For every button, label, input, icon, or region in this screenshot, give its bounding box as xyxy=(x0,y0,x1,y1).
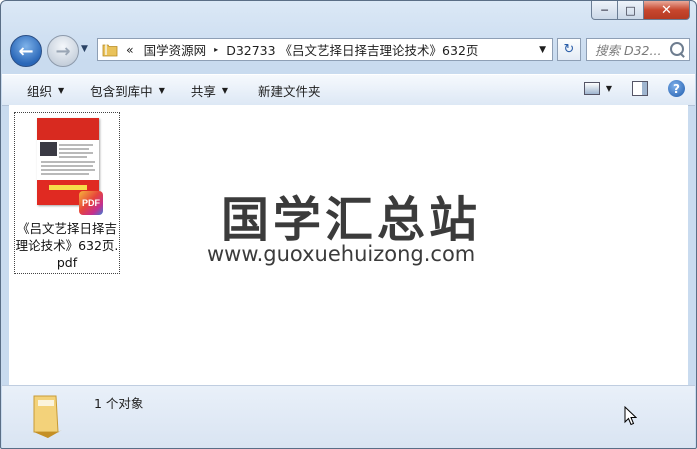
pdf-icon: PDF xyxy=(79,191,103,215)
details-pane: 1 个对象 xyxy=(2,385,695,448)
chevron-down-icon: ▼ xyxy=(58,85,65,95)
chevron-down-icon: ▼ xyxy=(221,85,229,95)
refresh-button[interactable]: ↻ xyxy=(557,38,581,61)
window-controls: ─ □ ✕ xyxy=(591,1,690,20)
breadcrumb-item-current[interactable]: D32733 《吕文艺择日择吉理论技术》632页 xyxy=(226,40,478,59)
watermark-url: www.guoxuehuizong.com xyxy=(207,242,476,266)
folder-icon xyxy=(28,392,66,440)
breadcrumb-overflow[interactable]: « xyxy=(126,42,134,57)
item-count: 1 个对象 xyxy=(94,396,144,411)
mouse-pointer-icon xyxy=(624,405,638,429)
preview-pane-icon[interactable] xyxy=(632,81,648,96)
close-button[interactable]: ✕ xyxy=(644,1,690,20)
watermark-brand: 国学汇总站 xyxy=(221,192,482,248)
search-icon[interactable] xyxy=(670,42,684,56)
back-button[interactable]: ← xyxy=(10,35,42,67)
toolbar-right: ▼ ? xyxy=(583,80,685,97)
file-list-area[interactable]: PDF 《吕文艺择日择吉理论技术》632页.pdf 国学汇总站 www.guox… xyxy=(9,105,688,385)
navigation-bar: ← → ▼ « 国学资源网 ▸ D32733 《吕文艺择日择吉理论技术》632页… xyxy=(1,32,696,70)
address-dropdown-icon[interactable]: ▼ xyxy=(539,45,546,55)
file-name: 《吕文艺择日择吉理论技术》632页.pdf xyxy=(15,221,119,270)
new-folder-button[interactable]: 新建文件夹 xyxy=(258,81,321,100)
view-options-dropdown-icon[interactable]: ▼ xyxy=(606,84,612,93)
share-menu[interactable]: 共享 ▼ xyxy=(191,81,228,100)
forward-button[interactable]: → xyxy=(47,35,79,67)
folder-icon xyxy=(102,43,118,57)
recent-pages-dropdown-icon[interactable]: ▼ xyxy=(81,44,88,54)
file-item[interactable]: PDF 《吕文艺择日择吉理论技术》632页.pdf xyxy=(14,112,120,274)
include-in-library-menu[interactable]: 包含到库中 ▼ xyxy=(90,81,165,100)
address-bar[interactable]: « 国学资源网 ▸ D32733 《吕文艺择日择吉理论技术》632页 ▼ xyxy=(97,38,553,61)
breadcrumb-item[interactable]: 国学资源网 xyxy=(144,40,207,59)
maximize-button[interactable]: □ xyxy=(618,1,644,20)
chevron-down-icon: ▼ xyxy=(158,85,165,95)
minimize-button[interactable]: ─ xyxy=(591,1,618,20)
share-label: 共享 xyxy=(190,83,216,99)
breadcrumb-chevron-icon[interactable]: ▸ xyxy=(214,45,218,54)
include-in-library-label: 包含到库中 xyxy=(90,83,153,99)
command-bar: 组织 ▼ 包含到库中 ▼ 共享 ▼ 新建文件夹 ▼ ? xyxy=(2,74,695,106)
explorer-window: ─ □ ✕ ← → ▼ « 国学资源网 ▸ D32733 《吕文艺择日择吉理论技… xyxy=(0,0,697,449)
new-folder-label: 新建文件夹 xyxy=(258,83,321,99)
organize-menu[interactable]: 组织 ▼ xyxy=(27,81,64,100)
organize-label: 组织 xyxy=(27,83,53,99)
help-icon[interactable]: ? xyxy=(668,80,685,97)
search-placeholder: 搜索 D32... xyxy=(595,43,662,58)
change-view-icon[interactable] xyxy=(583,82,600,95)
search-input[interactable]: 搜索 D32... xyxy=(586,38,690,61)
